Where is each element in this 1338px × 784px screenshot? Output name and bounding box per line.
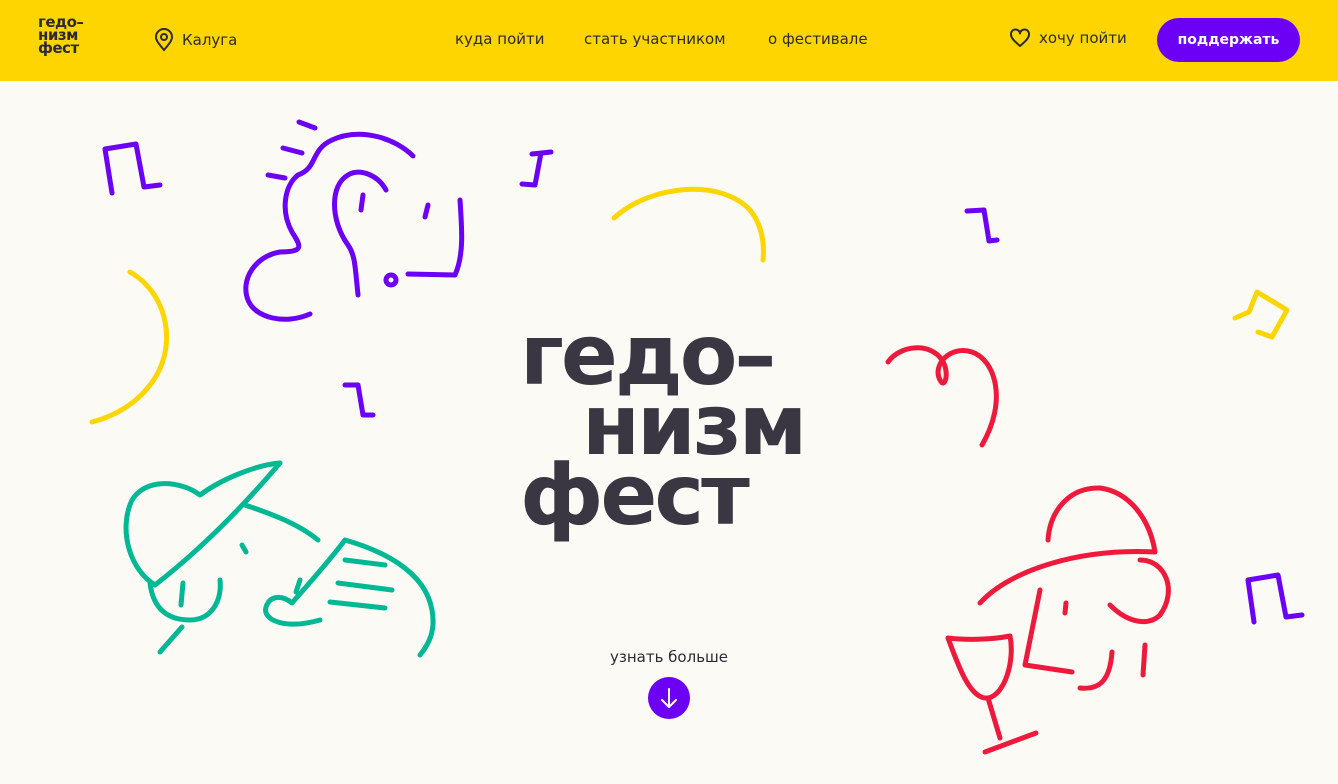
red-face-doodle	[977, 485, 1158, 606]
purple-tick-doodle-3	[342, 382, 376, 418]
yellow-arc-doodle	[611, 186, 766, 263]
site-header: гедо– низм фест Калуга куда пойти стать …	[0, 0, 1338, 81]
learn-more-label[interactable]: узнать больше	[569, 648, 769, 666]
heart-icon	[1010, 28, 1030, 47]
wishlist-label: хочу пойти	[1039, 29, 1127, 47]
city-selector[interactable]: Калуга	[154, 28, 237, 52]
scroll-down-button[interactable]	[648, 677, 690, 719]
location-pin-icon	[154, 28, 174, 52]
nav-become-participant[interactable]: стать участником	[584, 30, 726, 48]
wishlist-link[interactable]: хочу пойти	[1009, 28, 1127, 48]
purple-tick-doodle	[519, 149, 554, 188]
arrow-down-icon	[661, 688, 677, 708]
purple-face-doodle	[243, 131, 416, 322]
purple-bracket-doodle-2	[1245, 572, 1305, 625]
yellow-arc-doodle-2	[89, 269, 170, 425]
logo-line-3: фест	[38, 39, 79, 57]
green-face-doodle	[123, 460, 283, 588]
support-button[interactable]: поддержать	[1157, 18, 1300, 62]
hero-title: гедо– низм фест	[520, 313, 807, 537]
yellow-bracket-doodle	[1232, 289, 1290, 340]
purple-tick-doodle-2	[964, 207, 1000, 244]
red-loop-doodle	[885, 345, 999, 448]
city-name: Калуга	[182, 31, 238, 49]
nav-about-festival[interactable]: о фестивале	[768, 30, 868, 48]
purple-bracket-doodle	[102, 141, 163, 196]
site-logo[interactable]: гедо– низм фест	[38, 15, 100, 57]
nav-where-to-go[interactable]: куда пойти	[455, 30, 545, 48]
